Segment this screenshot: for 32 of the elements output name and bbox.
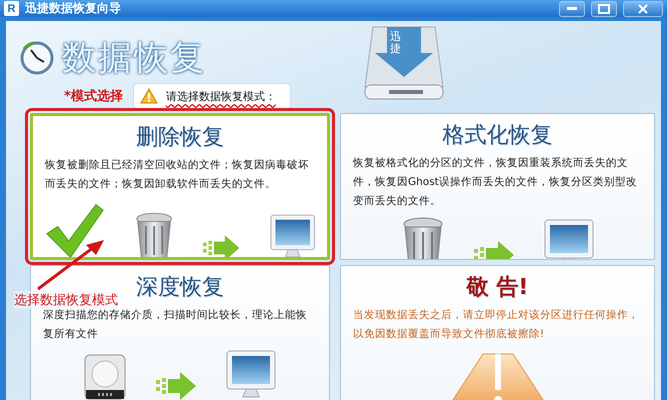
card-description: 深度扫描您的存储介质，扫描时间比较长，理论上能恢复所有文件 [43, 308, 308, 342]
trash-can-icon [402, 217, 444, 259]
window-title: 迅捷数据恢复向导 [25, 0, 122, 17]
transfer-arrow-icon [156, 372, 196, 400]
app-logo-icon: R [4, 1, 19, 16]
logo-text: 迅捷 [390, 31, 401, 56]
card-title: 深度恢复 [136, 274, 224, 302]
minimize-icon [567, 6, 577, 10]
clock-icon [20, 41, 54, 75]
card-description: 恢复被格式化的分区的文件，恢复因重装系统而丢失的文件，恢复因Ghost误操作而丢失的文件，恢复分区类别型改变而丢失的文件。 [353, 156, 638, 209]
prompt-text: 请选择数据恢复模式： [166, 88, 276, 104]
trash-can-icon [135, 210, 174, 257]
close-button[interactable] [623, 0, 663, 16]
monitor-icon [544, 219, 594, 259]
annotation-text: 选择数据恢复模式 [14, 291, 118, 309]
recovery-mode-card[interactable]: 格式化恢复 恢复被格式化的分区的文件，恢复因重装系统而丢失的文件，恢复因Ghost误操作而丢失的文件，恢复分区类别型改变而丢失的文件。 [340, 113, 655, 260]
annotation-arrow [36, 239, 106, 291]
monitor-icon [226, 350, 276, 400]
close-icon [638, 4, 648, 14]
card-title: 删除恢复 [136, 124, 224, 152]
app-heading: 数据恢复 [62, 37, 206, 80]
monitor-icon [270, 212, 315, 257]
card-title: 格式化恢复 [442, 122, 552, 150]
mode-selection-label: *模式选择 [64, 88, 123, 105]
warning-message: 当发现数据丢失之后，请立即停止对该分区进行任何操作，以免因数据覆盖而导致文件彻底被擦除! [353, 308, 640, 342]
card-description: 恢复被删除且已经清空回收站的文件；恢复因病毒破坏而丢失的文件；恢复因卸载软件而丢失的文件。 [45, 158, 310, 192]
minimize-button[interactable] [559, 0, 585, 16]
maximize-button[interactable] [591, 0, 617, 16]
warning-title: 敬 告! [466, 274, 528, 302]
maximize-icon [598, 4, 610, 14]
transfer-arrow-icon [203, 234, 240, 257]
warning-icon [140, 88, 158, 104]
